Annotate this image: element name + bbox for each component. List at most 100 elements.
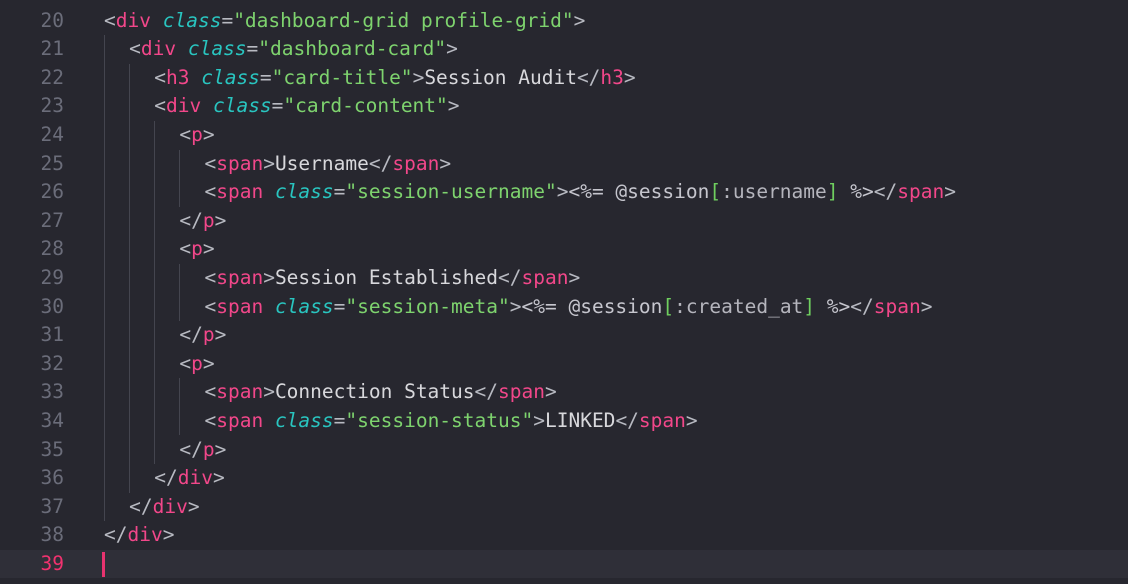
code-token: span [216, 380, 264, 404]
code-token: </ [368, 151, 393, 175]
code-token: span [638, 408, 686, 432]
code-token: > [533, 408, 545, 432]
code-token: p [202, 323, 215, 347]
code-token: class [162, 8, 222, 32]
code-token: > [544, 380, 557, 404]
code-token: </ [179, 208, 203, 232]
code-line[interactable]: 35 </p> [0, 436, 1128, 465]
code-token: </ [873, 180, 898, 204]
code-token: </ [498, 265, 522, 289]
code-line[interactable]: 28 <p> [0, 235, 1128, 264]
line-number: 23 [40, 94, 64, 118]
code-token: > [573, 8, 586, 32]
indent-guide [179, 149, 181, 207]
code-token: < [179, 122, 192, 146]
code-token: </ [154, 466, 178, 490]
line-number: 32 [40, 351, 64, 375]
line-number: 31 [40, 323, 64, 347]
code-line[interactable]: 30 <span class="session-meta"><%= @sessio… [0, 293, 1128, 322]
code-token: span [216, 180, 264, 204]
code-token: > [556, 180, 569, 204]
code-token: < [129, 37, 141, 61]
code-token: = [333, 180, 346, 204]
code-token: div [177, 466, 213, 490]
code-token: LINKED [544, 408, 616, 432]
code-token: class [187, 37, 247, 61]
code-line[interactable]: 29 <span>Session Established</span> [0, 264, 1128, 293]
code-text: <span class="session-meta"><%= @session[… [204, 293, 932, 322]
code-line[interactable]: 39 [0, 549, 1128, 579]
line-number: 29 [40, 265, 64, 289]
code-text: </div> [104, 521, 174, 550]
indent-guide [179, 263, 181, 322]
code-token: "dashboard-card" [258, 37, 447, 61]
code-text: <div class="dashboard-card"> [129, 35, 458, 64]
code-line[interactable]: 40 <div class="profile-section" [0, 579, 1128, 584]
code-token: </ [576, 65, 601, 89]
code-line[interactable]: 31 </p> [0, 321, 1128, 350]
code-token: > [446, 37, 458, 61]
code-token: p [191, 237, 203, 261]
code-text: <span class="session-status">LINKED</spa… [204, 407, 697, 436]
code-token: ] [826, 180, 839, 204]
code-line[interactable]: 34 <span class="session-status">LINKED</s… [0, 407, 1128, 436]
code-line[interactable]: 36 </div> [0, 464, 1128, 493]
code-text: <div class="profile-section" [104, 579, 433, 584]
code-line[interactable]: 24 <p> [0, 121, 1128, 150]
code-token: = [333, 408, 346, 432]
code-token: span [873, 294, 921, 318]
code-editor[interactable]: 20 <div class="dashboard-grid profile-gri… [0, 0, 1128, 584]
line-number: 39 [40, 551, 64, 575]
code-token: = [333, 294, 346, 318]
line-number: 30 [40, 294, 64, 318]
line-number: 24 [40, 122, 64, 146]
code-token: = [246, 37, 259, 61]
code-token: < [204, 294, 217, 318]
code-line[interactable]: 20 <div class="dashboard-grid profile-gri… [0, 7, 1128, 36]
code-token: Session Established [274, 265, 498, 289]
code-token: div [140, 37, 177, 61]
code-text: <div class="card-content"> [154, 92, 459, 121]
code-token: class [274, 180, 334, 204]
line-number: 35 [40, 437, 64, 461]
code-token: div [152, 494, 188, 518]
code-token: "card-title" [271, 65, 413, 89]
line-number: 28 [40, 237, 64, 261]
code-line[interactable]: 37 </div> [0, 493, 1128, 522]
indent-guide [104, 35, 105, 522]
code-token: > [447, 94, 460, 118]
indent-guide [154, 120, 156, 465]
code-token: < [104, 8, 116, 32]
code-text: <div class="dashboard-grid profile-grid"… [104, 7, 585, 36]
code-line[interactable]: 38 </div> [0, 521, 1128, 550]
code-line[interactable]: 22 <h3 class="card-title">Session Audit</… [0, 64, 1128, 93]
code-token: %> [838, 180, 874, 204]
code-token: </ [615, 408, 639, 432]
code-text: <p> [179, 235, 214, 264]
code-token: > [623, 65, 636, 89]
code-token: < [204, 380, 217, 404]
code-token: </ [104, 523, 128, 547]
code-line[interactable]: 27 </p> [0, 207, 1128, 236]
code-line[interactable]: 32 <p> [0, 350, 1128, 379]
code-token: > [944, 180, 956, 204]
code-line[interactable]: 25 <span>Username</span> [0, 150, 1128, 179]
code-line[interactable]: 21 <div class="dashboard-card"> [0, 35, 1128, 64]
indent-guide [179, 378, 181, 436]
line-number: 37 [40, 494, 64, 518]
code-token: </ [474, 380, 499, 404]
code-token: > [212, 466, 225, 490]
code-token: < [154, 94, 166, 118]
code-token: > [202, 122, 215, 146]
code-token: </ [129, 494, 153, 518]
code-line[interactable]: 26 <span class="session-username"><%= @se… [0, 178, 1128, 207]
code-token: %> [815, 294, 851, 318]
code-token: class [274, 294, 334, 318]
code-text: </p> [179, 207, 226, 236]
code-token: [ [662, 294, 675, 318]
code-token: span [897, 180, 945, 204]
code-line[interactable]: 23 <div class="card-content"> [0, 92, 1128, 121]
code-line[interactable]: 33 <span>Connection Status</span> [0, 378, 1128, 407]
